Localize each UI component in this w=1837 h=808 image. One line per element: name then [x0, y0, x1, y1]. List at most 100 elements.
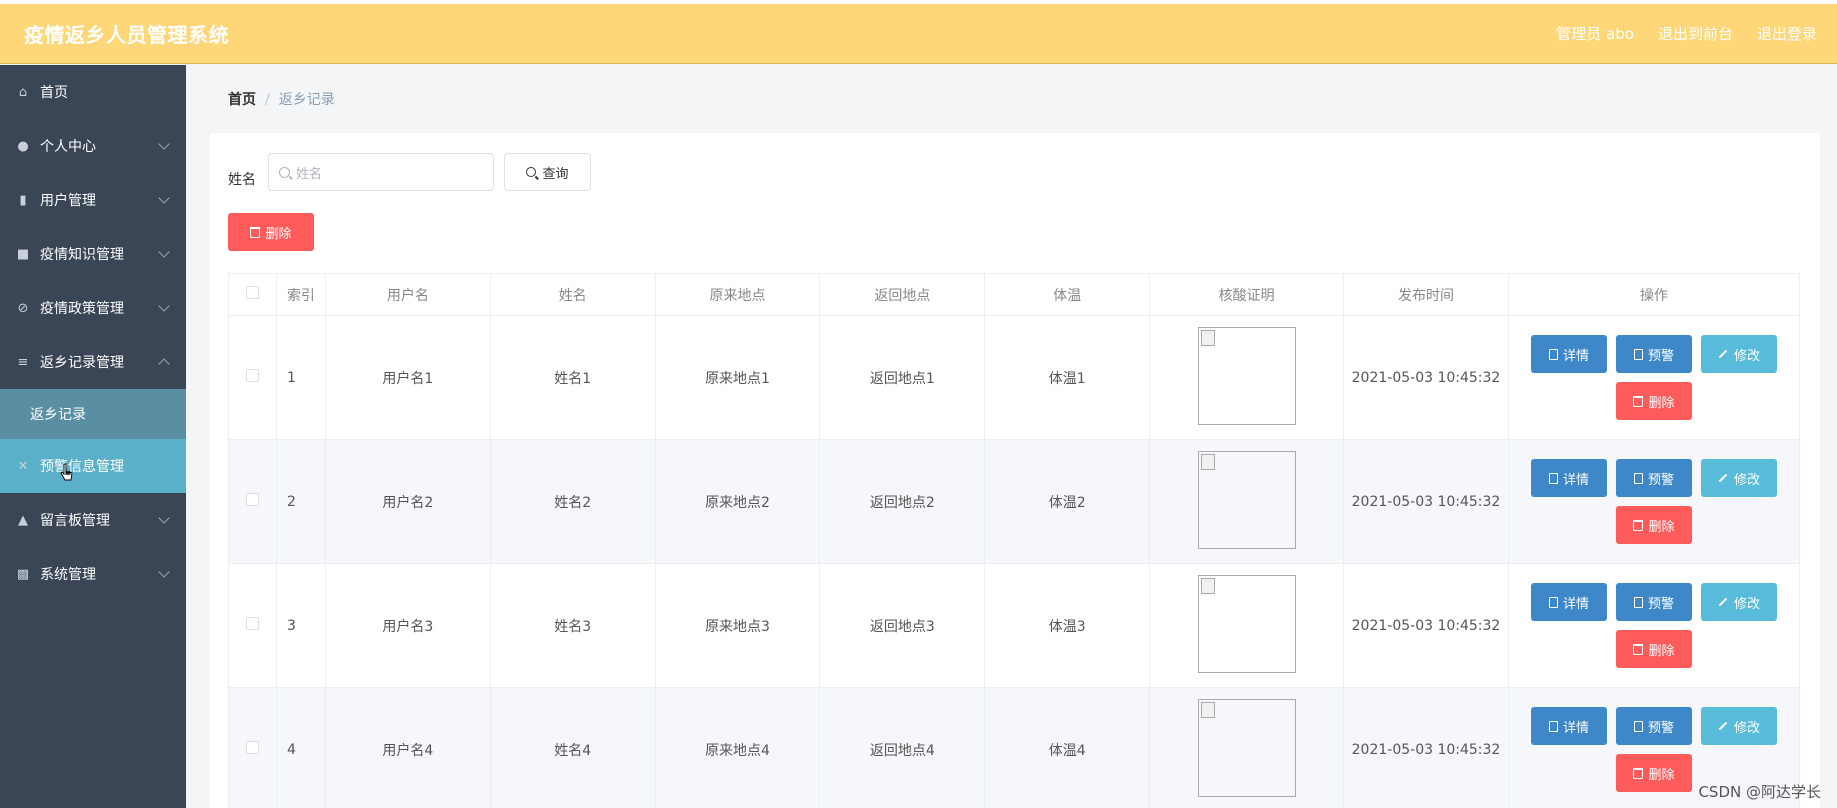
admin-label[interactable]: 管理员 abo: [1556, 23, 1634, 44]
sidebar-item-label: 个人中心: [40, 139, 96, 155]
cell-index: 2: [275, 439, 326, 564]
broken-image-icon: [1200, 329, 1215, 346]
delete-label: 删除: [1648, 395, 1675, 411]
detail-label: 详情: [1562, 720, 1589, 736]
bulk-delete-button[interactable]: 删除: [228, 213, 314, 251]
list-icon: ≡: [17, 354, 29, 370]
detail-button[interactable]: 详情: [1530, 707, 1607, 745]
select-all-checkbox[interactable]: [245, 286, 259, 299]
document-icon: [1633, 596, 1643, 608]
app-title: 疫情返乡人员管理系统: [24, 23, 229, 47]
nucleic-proof-image[interactable]: [1197, 574, 1296, 673]
cell-actions: 详情 预警 修改 删除: [1507, 315, 1801, 440]
sidebar-item-personal[interactable]: ● 个人中心: [0, 119, 186, 173]
sidebar-item-warning[interactable]: ✕ 预警信息管理: [0, 439, 186, 493]
delete-button[interactable]: 删除: [1615, 754, 1692, 792]
column-header: 原来地点: [654, 273, 821, 316]
detail-button[interactable]: 详情: [1530, 459, 1607, 497]
main-content: 首页 / 返乡记录 姓名 姓名 查询 删除 索引 用户名 姓名 原来地点 返回地…: [186, 65, 1837, 808]
bulk-delete-label: 删除: [265, 226, 292, 242]
cell-destination: 返回地点2: [819, 439, 986, 564]
detail-button[interactable]: 详情: [1530, 335, 1607, 373]
document-icon: [1548, 472, 1558, 484]
select-all-cell[interactable]: [228, 273, 277, 316]
row-checkbox[interactable]: [245, 369, 259, 382]
sidebar-item-users[interactable]: ▮ 用户管理: [0, 173, 186, 227]
edit-label: 修改: [1733, 720, 1760, 736]
trash-icon: [1633, 519, 1644, 531]
column-header: 用户名: [324, 273, 491, 316]
cell-index: 3: [275, 563, 326, 688]
chevron-down-icon: [158, 192, 170, 204]
delete-button[interactable]: 删除: [1615, 382, 1692, 420]
row-checkbox[interactable]: [245, 617, 259, 630]
warn-label: 预警: [1647, 348, 1674, 364]
edit-button[interactable]: 修改: [1700, 583, 1777, 621]
chevron-down-icon: [158, 566, 170, 578]
cell-temperature: 体温4: [984, 687, 1151, 808]
edit-button[interactable]: 修改: [1700, 707, 1777, 745]
edit-label: 修改: [1733, 596, 1760, 612]
table-row: 1 用户名1 姓名1 原来地点1 返回地点1 体温1 2021-05-03 10…: [228, 315, 1801, 440]
row-checkbox[interactable]: [245, 741, 259, 754]
cell-temperature: 体温3: [984, 563, 1151, 688]
warn-button[interactable]: 预警: [1615, 459, 1692, 497]
cell-name: 姓名3: [489, 563, 656, 688]
sidebar-item-message-board[interactable]: ▲ 留言板管理: [0, 493, 186, 547]
cell-origin: 原来地点2: [654, 439, 821, 564]
warn-label: 预警: [1647, 596, 1674, 612]
warn-button[interactable]: 预警: [1615, 707, 1692, 745]
nucleic-proof-image[interactable]: [1197, 450, 1296, 549]
search-placeholder: 姓名: [296, 166, 323, 182]
row-checkbox[interactable]: [245, 493, 259, 506]
nucleic-proof-image[interactable]: [1197, 698, 1296, 797]
sidebar-item-label: 系统管理: [40, 567, 96, 583]
cell-time: 2021-05-03 10:45:32: [1343, 315, 1509, 440]
edit-button[interactable]: 修改: [1700, 459, 1777, 497]
sidebar-item-policy[interactable]: ⊘ 疫情政策管理: [0, 281, 186, 335]
edit-button[interactable]: 修改: [1700, 335, 1777, 373]
sidebar-item-home[interactable]: ⌂ 首页: [0, 65, 186, 119]
warn-button[interactable]: 预警: [1615, 583, 1692, 621]
detail-button[interactable]: 详情: [1530, 583, 1607, 621]
nucleic-proof-image[interactable]: [1197, 326, 1296, 425]
delete-label: 删除: [1648, 519, 1675, 535]
column-header: 姓名: [489, 273, 656, 316]
logout-link[interactable]: 退出登录: [1757, 23, 1817, 44]
edit-label: 修改: [1733, 348, 1760, 364]
search-input[interactable]: 姓名: [268, 153, 494, 191]
column-header: 索引: [275, 273, 326, 316]
cell-destination: 返回地点1: [819, 315, 986, 440]
sidebar-item-system[interactable]: ▩ 系统管理: [0, 547, 186, 601]
document-icon: [1548, 596, 1558, 608]
chevron-down-icon: [158, 246, 170, 258]
cell-name: 姓名4: [489, 687, 656, 808]
sidebar: ⌂ 首页 ● 个人中心 ▮ 用户管理 ■ 疫情知识管理 ⊘ 疫情政策管理 ≡ 返…: [0, 65, 186, 808]
table-row: 2 用户名2 姓名2 原来地点2 返回地点2 体温2 2021-05-03 10…: [228, 439, 1801, 564]
detail-label: 详情: [1562, 596, 1589, 612]
search-icon: [526, 167, 537, 177]
delete-button[interactable]: 删除: [1615, 506, 1692, 544]
delete-button[interactable]: 删除: [1615, 630, 1692, 668]
cell-time: 2021-05-03 10:45:32: [1343, 563, 1509, 688]
search-button[interactable]: 查询: [504, 153, 591, 191]
sidebar-subitem-return-records[interactable]: 返乡记录: [0, 389, 186, 439]
cell-actions: 详情 预警 修改 删除: [1507, 563, 1801, 688]
breadcrumb-current: 返乡记录: [278, 92, 335, 108]
exit-to-front-link[interactable]: 退出到前台: [1658, 23, 1733, 44]
cell-temperature: 体温2: [984, 439, 1151, 564]
detail-label: 详情: [1562, 472, 1589, 488]
breadcrumb-separator: /: [265, 92, 270, 108]
column-header: 发布时间: [1343, 273, 1509, 316]
warn-button[interactable]: 预警: [1615, 335, 1692, 373]
trash-icon: [1633, 767, 1644, 779]
cell-origin: 原来地点1: [654, 315, 821, 440]
flag-icon: ⊘: [17, 300, 29, 316]
sidebar-item-knowledge[interactable]: ■ 疫情知识管理: [0, 227, 186, 281]
sidebar-item-return-records-mgmt[interactable]: ≡ 返乡记录管理: [0, 335, 186, 389]
cell-destination: 返回地点3: [819, 563, 986, 688]
home-icon: ⌂: [18, 84, 28, 100]
breadcrumb-home[interactable]: 首页: [228, 92, 256, 108]
delete-label: 删除: [1648, 767, 1675, 783]
cell-nucleic-proof: [1149, 563, 1345, 688]
